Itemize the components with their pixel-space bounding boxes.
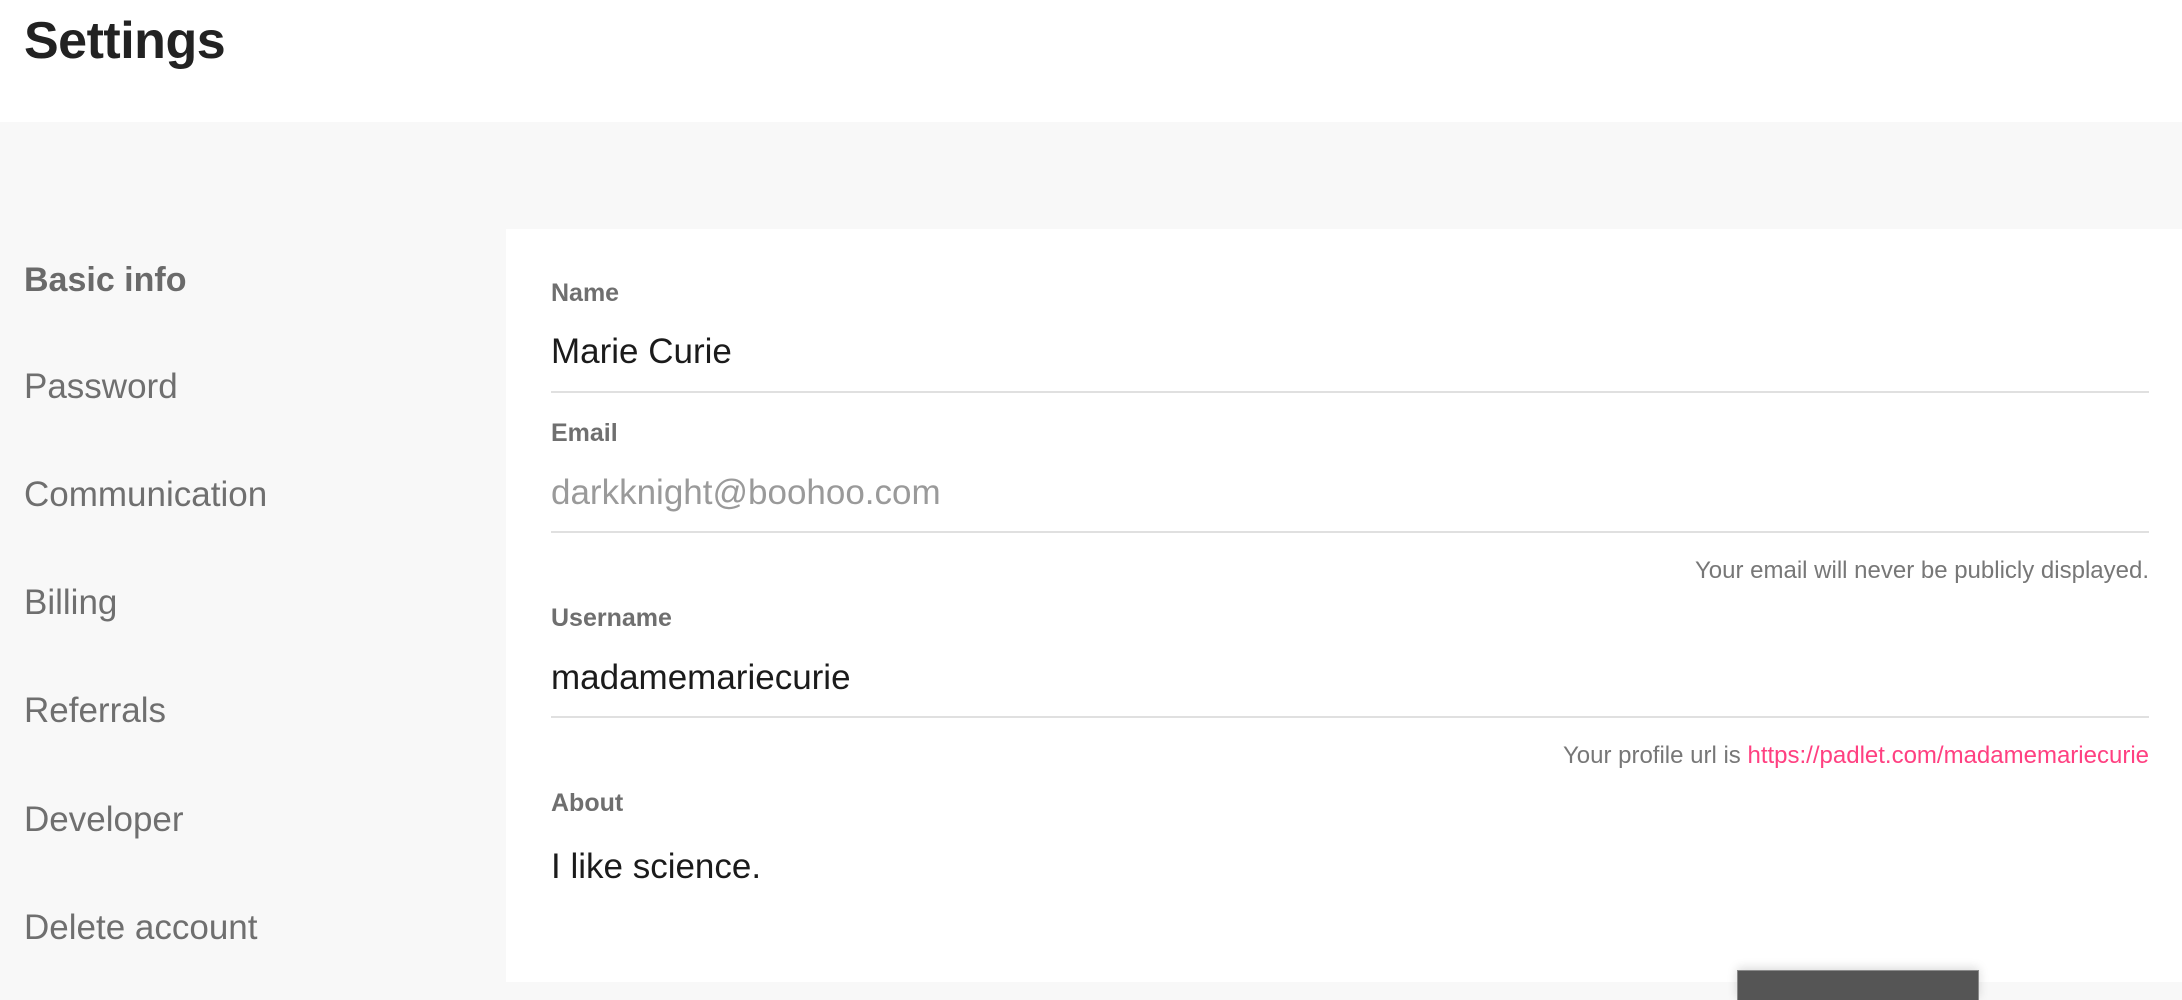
sidebar-item-developer[interactable]: Developer	[24, 790, 184, 850]
sidebar-item-communication[interactable]: Communication	[24, 465, 267, 525]
page-header: Settings	[0, 0, 2182, 122]
profile-url-prefix: Your profile url is	[1562, 742, 1741, 769]
sidebar-item-basic-info[interactable]: Basic info	[24, 250, 186, 310]
name-input[interactable]	[551, 328, 2149, 376]
email-label: Email	[551, 419, 618, 447]
email-helper-text: Your email will never be publicly displa…	[1694, 557, 2149, 584]
settings-sidebar: Basic info Password Communication Billin…	[0, 122, 506, 982]
save-button[interactable]	[1737, 970, 1979, 1000]
basic-info-card: Name Email Your email will never be publ…	[506, 229, 2182, 1000]
name-label: Name	[551, 279, 620, 307]
email-underline	[551, 531, 2149, 533]
sidebar-item-referrals[interactable]: Referrals	[24, 681, 166, 741]
about-label: About	[551, 789, 624, 817]
sidebar-item-billing[interactable]: Billing	[24, 573, 117, 633]
username-underline	[551, 716, 2149, 718]
page-title: Settings	[24, 12, 226, 70]
about-textarea[interactable]: I like science.	[551, 843, 2149, 895]
profile-url-link[interactable]: https://padlet.com/madamemariecurie	[1747, 742, 2149, 769]
profile-url-helper: Your profile url is https://padlet.com/m…	[1563, 740, 2149, 772]
username-label: Username	[551, 604, 672, 632]
sidebar-item-password[interactable]: Password	[24, 357, 178, 417]
name-underline	[551, 391, 2149, 393]
username-input[interactable]	[551, 654, 2149, 702]
sidebar-item-delete-account[interactable]: Delete account	[24, 898, 257, 958]
email-input[interactable]	[551, 469, 2149, 517]
